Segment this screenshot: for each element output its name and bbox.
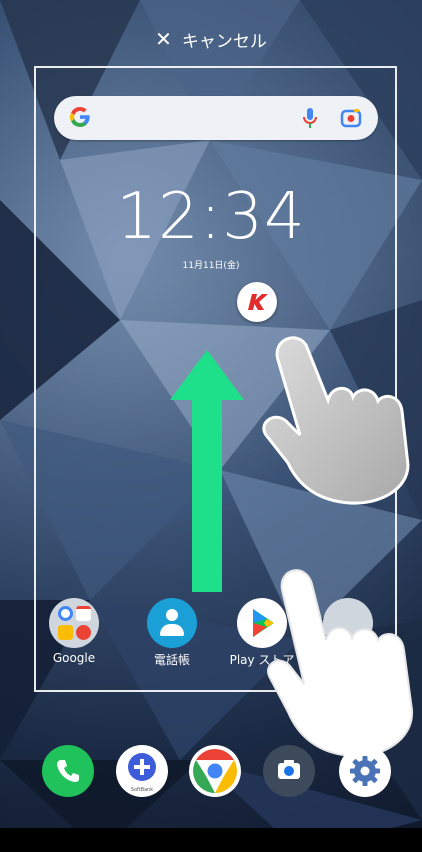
cancel-label: キャンセル bbox=[181, 31, 267, 52]
dock: SoftBank bbox=[0, 745, 422, 805]
clock-date: 11月11日(金) bbox=[182, 261, 240, 271]
k-app-icon[interactable] bbox=[237, 282, 277, 322]
app-contacts[interactable]: 電話帳 bbox=[132, 598, 212, 668]
chrome-icon[interactable] bbox=[189, 745, 241, 797]
camera-lens-icon[interactable] bbox=[340, 107, 362, 129]
google-g-icon bbox=[70, 106, 90, 127]
app-label: 電話帳 bbox=[153, 653, 190, 667]
mic-icon[interactable] bbox=[302, 107, 318, 129]
app-label: Google bbox=[52, 651, 96, 665]
settings-icon[interactable] bbox=[339, 745, 391, 797]
navigation-bar bbox=[0, 828, 422, 852]
close-icon: ✕ bbox=[155, 27, 172, 51]
camera-icon[interactable] bbox=[263, 745, 315, 797]
phone-icon[interactable] bbox=[42, 745, 94, 797]
home-screen-edit: ✕ キャンセル 12:34 11月11日(金) Google 電話帳 Play … bbox=[0, 0, 422, 852]
clock-time[interactable]: 12:34 bbox=[0, 180, 422, 254]
cancel-button[interactable]: ✕ キャンセル bbox=[0, 22, 422, 56]
k-logo-icon bbox=[248, 294, 268, 310]
softbank-text: SoftBank bbox=[131, 787, 154, 793]
swipe-up-arrow-icon bbox=[170, 350, 244, 592]
google-search-bar[interactable] bbox=[54, 96, 378, 140]
hand-gesture-icon bbox=[267, 569, 414, 758]
app-google-folder[interactable]: Google bbox=[34, 598, 114, 665]
softbank-message-icon[interactable]: SoftBank bbox=[116, 745, 168, 797]
hand-gesture-icon bbox=[262, 336, 410, 505]
contacts-icon bbox=[147, 598, 197, 648]
google-folder-icon bbox=[49, 598, 99, 648]
